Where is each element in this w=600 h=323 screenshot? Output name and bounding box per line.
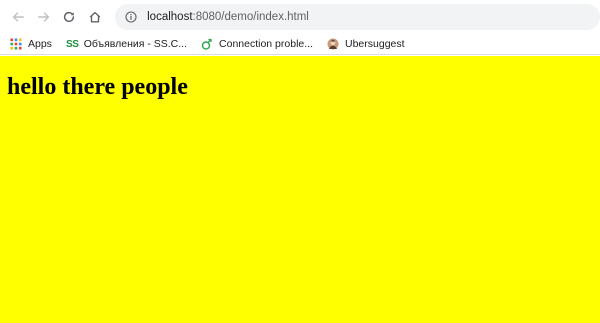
reload-button[interactable] [60, 7, 80, 27]
browser-toolbar: localhost:8080/demo/index.html [0, 0, 600, 34]
bookmark-ss[interactable]: SS Объявления - SS.C... [66, 38, 187, 50]
page-viewport: hello there people [0, 56, 600, 323]
bookmarks-bar: Apps SS Объявления - SS.C... Connection … [0, 34, 600, 55]
page-heading: hello there people [7, 74, 188, 100]
home-button[interactable] [85, 7, 105, 27]
reload-icon [64, 11, 75, 23]
address-path: :8080/demo/index.html [192, 11, 309, 23]
bookmark-label: Apps [28, 38, 52, 50]
connection-icon [201, 38, 213, 50]
address-bar[interactable]: localhost:8080/demo/index.html [115, 4, 600, 30]
ubersuggest-avatar-icon [327, 38, 339, 50]
arrow-left-icon [12, 12, 24, 22]
apps-grid-icon [10, 38, 22, 50]
ss-logo-icon: SS [65, 38, 79, 50]
bookmark-apps[interactable]: Apps [10, 38, 52, 50]
forward-button[interactable] [34, 7, 54, 27]
back-button[interactable] [8, 7, 28, 27]
bookmark-connection[interactable]: Connection proble... [201, 38, 313, 50]
bookmark-ubersuggest[interactable]: Ubersuggest [327, 38, 405, 50]
address-host: localhost [147, 11, 193, 23]
info-icon[interactable] [125, 11, 137, 23]
browser-window: localhost:8080/demo/index.html Apps SS О… [0, 0, 600, 323]
bookmark-label: Connection proble... [219, 38, 313, 50]
bookmark-label: Объявления - SS.C... [83, 38, 188, 50]
home-icon [89, 11, 101, 23]
address-url[interactable]: localhost:8080/demo/index.html [147, 11, 309, 23]
arrow-right-icon [37, 12, 49, 22]
bookmark-label: Ubersuggest [345, 38, 405, 50]
